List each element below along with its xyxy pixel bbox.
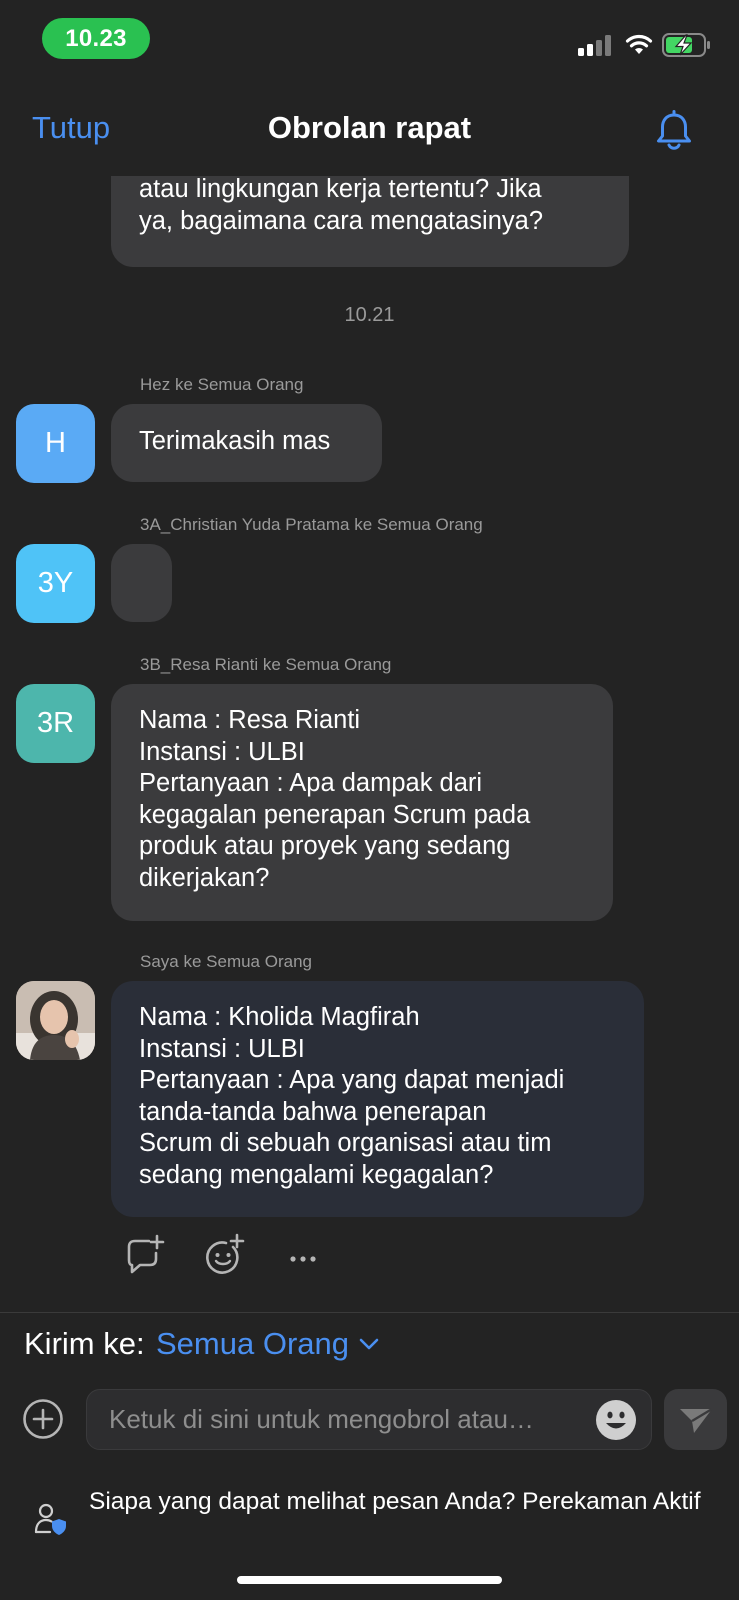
message-line: Nama : Resa Rianti xyxy=(139,706,361,734)
chevron-down-icon xyxy=(359,1338,379,1350)
plus-circle-icon[interactable] xyxy=(22,1398,64,1440)
message-bubble-previous[interactable]: atau lingkungan kerja tertentu? Jika ya,… xyxy=(111,176,629,267)
message-line: Nama : Kholida Magfirah xyxy=(139,1003,420,1031)
avatar[interactable]: 3R xyxy=(16,684,95,763)
cellular-signal-icon xyxy=(578,34,614,56)
avatar[interactable]: H xyxy=(16,404,95,483)
message-sender: 3B_Resa Rianti ke Semua Orang xyxy=(140,655,392,674)
emoji-add-icon[interactable] xyxy=(204,1233,246,1277)
message-bubble-empty[interactable] xyxy=(111,544,172,622)
emoji-icon[interactable] xyxy=(595,1399,637,1441)
avatar[interactable]: 3Y xyxy=(16,544,95,623)
message-line: Terimakasih mas xyxy=(139,427,331,455)
status-time: 10.23 xyxy=(42,18,150,59)
message-line: Instansi : ULBI xyxy=(139,737,305,766)
chat-input[interactable]: Ketuk di sini untuk mengobrol atau… xyxy=(86,1389,652,1450)
message-line: Scrum di sebuah organisasi atau tim xyxy=(139,1129,552,1157)
page-title: Obrolan rapat xyxy=(267,110,472,145)
message-actions xyxy=(124,1233,344,1277)
message-bubble-own[interactable]: Nama : Kholida Magfirah Instansi : ULBI … xyxy=(111,981,644,1217)
avatar-photo[interactable] xyxy=(16,981,95,1060)
send-to-label: Kirim ke: xyxy=(24,1326,145,1361)
message-sender: Hez ke Semua Orang xyxy=(140,375,304,394)
message-line: ya, bagaimana cara mengatasinya? xyxy=(139,206,544,235)
send-to-value: Semua Orang xyxy=(156,1326,349,1361)
message-bubble[interactable]: Nama : Resa Rianti Instansi : ULBI Perta… xyxy=(111,684,613,921)
avatar-initials: H xyxy=(45,427,66,459)
message-sender: 3A_Christian Yuda Pratama ke Semua Orang xyxy=(140,515,483,534)
user-shield-icon xyxy=(34,1503,66,1535)
send-to-dropdown[interactable]: Semua Orang xyxy=(156,1326,379,1362)
message-line: tanda-tanda bahwa penerapan xyxy=(139,1097,487,1126)
message-line: produk atau proyek yang sedang xyxy=(139,832,511,860)
avatar-initials: 3R xyxy=(36,707,75,739)
reply-add-icon[interactable] xyxy=(124,1233,166,1277)
composer-divider xyxy=(0,1312,739,1313)
message-line: atau lingkungan kerja tertentu? Jika xyxy=(139,176,542,203)
message-line: kegagalan penerapan Scrum pada xyxy=(139,800,531,829)
message-timestamp: 10.21 xyxy=(344,304,395,326)
message-sender: Saya ke Semua Orang xyxy=(140,952,312,971)
home-indicator[interactable] xyxy=(237,1576,502,1584)
message-line: dikerjakan? xyxy=(139,863,270,892)
message-line: Pertanyaan : Apa dampak dari xyxy=(139,769,483,797)
chat-input-placeholder: Ketuk di sini untuk mengobrol atau… xyxy=(109,1404,534,1434)
send-button[interactable] xyxy=(664,1389,727,1450)
message-line: sedang mengalami kegagalan? xyxy=(139,1160,494,1189)
send-icon xyxy=(679,1407,713,1433)
privacy-notice[interactable]: Siapa yang dapat melihat pesan Anda? Per… xyxy=(89,1485,709,1518)
bell-icon[interactable] xyxy=(654,110,694,152)
avatar-initials: 3Y xyxy=(37,567,74,599)
chat-message-list[interactable]: atau lingkungan kerja tertentu? Jika ya,… xyxy=(0,176,739,1311)
more-icon[interactable] xyxy=(284,1233,326,1277)
message-line: Pertanyaan : Apa yang dapat menjadi xyxy=(139,1066,565,1094)
message-line: Instansi : ULBI xyxy=(139,1034,305,1063)
message-bubble[interactable]: Terimakasih mas xyxy=(111,404,382,482)
battery-charging-icon xyxy=(662,33,710,57)
wifi-icon xyxy=(625,34,653,54)
profile-photo xyxy=(16,981,95,1060)
